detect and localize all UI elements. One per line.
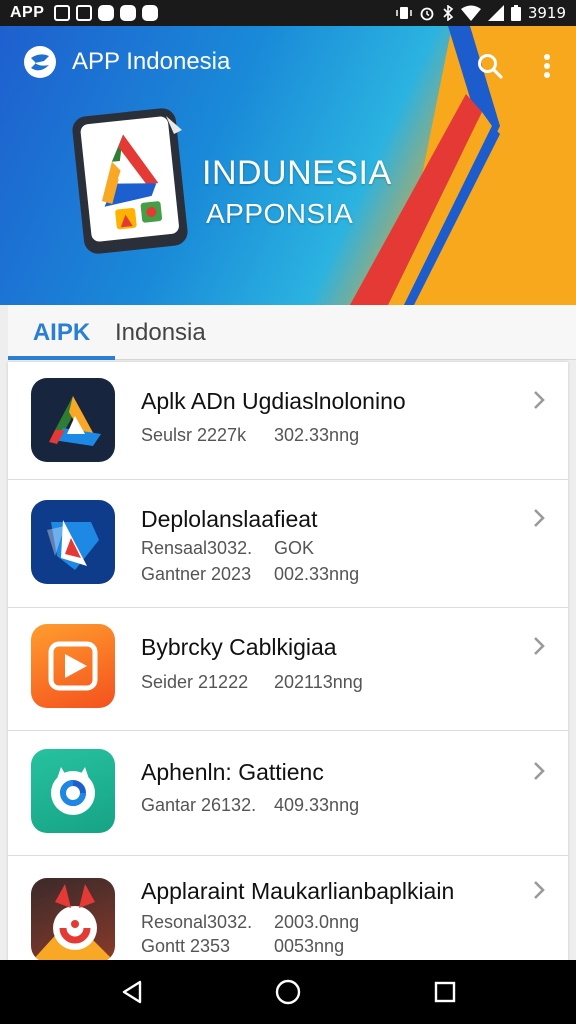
- fox-icon: [31, 878, 115, 962]
- list-item[interactable]: Applaraint Maukarlianbaplkiain Resonal30…: [8, 856, 568, 962]
- list-item[interactable]: Bybrcky Cablkigiaa Seider 21222 202113nn…: [8, 608, 568, 731]
- notification-icon: [120, 5, 137, 21]
- app-meta-size: 0053nng: [274, 936, 345, 956]
- app-list: Aplk ADn Ugdiaslnolonino Seulsr 2227k 30…: [8, 362, 568, 962]
- list-item[interactable]: Aphenln: Gattienc Gantar 26132. 409.33nn…: [8, 731, 568, 856]
- recents-icon: [434, 981, 456, 1003]
- star-triangle-icon: [31, 500, 115, 584]
- chevron-right-icon: [534, 637, 545, 655]
- tab-label: AIPK: [32, 318, 91, 346]
- drive-triangle-icon: [31, 378, 115, 462]
- phone-screen: APP 3919 APP Indonesia INDUNESIA APPONSI…: [0, 0, 576, 1024]
- app-logo-icon: [24, 46, 56, 78]
- status-time: 3919: [527, 4, 566, 22]
- list-item[interactable]: Deplolanslaafieat Rensaal3032. GOK Gantn…: [8, 480, 568, 608]
- notification-icon: [76, 5, 93, 21]
- status-app-label: APP: [10, 4, 45, 21]
- app-meta-publisher: Gantar 26132.: [141, 795, 257, 815]
- app-name: Bybrcky Cablkigiaa: [141, 634, 337, 660]
- wifi-icon: [460, 5, 481, 21]
- more-vert-icon: [544, 54, 550, 78]
- signal-icon: [487, 5, 504, 21]
- recents-button[interactable]: [423, 970, 467, 1014]
- app-title: APP Indonesia: [72, 48, 231, 75]
- search-button[interactable]: [470, 46, 510, 86]
- list-item[interactable]: Aplk ADn Ugdiaslnolonino Seulsr 2227k 30…: [8, 362, 568, 480]
- notification-icon: [98, 5, 115, 21]
- notification-icon: [54, 5, 71, 21]
- header-banner: APP Indonesia INDUNESIA APPONSIA: [0, 26, 576, 305]
- vibrate-icon: [396, 7, 412, 19]
- app-meta-downloads: 2003.0nng: [274, 912, 360, 932]
- navigation-bar: [0, 960, 576, 1024]
- tab-aipk[interactable]: AIPK: [8, 305, 115, 360]
- phone-illustration: [72, 108, 188, 254]
- chevron-right-icon: [534, 391, 545, 409]
- app-name: Deplolanslaafieat: [141, 506, 318, 532]
- tab-indonsia[interactable]: Indonsia: [115, 305, 206, 360]
- battery-icon: [510, 5, 521, 21]
- overflow-menu-button[interactable]: [532, 46, 562, 86]
- app-meta-size: 302.33nng: [274, 425, 360, 445]
- app-meta-size: 202113nng: [274, 672, 363, 692]
- app-name: Aphenln: Gattienc: [141, 759, 324, 785]
- app-name: Applaraint Maukarlianbaplkiain: [141, 878, 455, 904]
- chevron-right-icon: [534, 762, 545, 780]
- hero-subtitle: APPONSIA: [206, 198, 354, 229]
- app-meta-publisher: Resonal3032.: [141, 912, 253, 932]
- back-button[interactable]: [110, 970, 154, 1014]
- swirl-icon: [31, 749, 115, 833]
- app-meta-size: 002.33nng: [274, 564, 360, 584]
- home-button[interactable]: [266, 970, 310, 1014]
- tab-bar: AIPK Indonsia: [8, 305, 576, 360]
- hero-title: INDUNESIA: [202, 154, 392, 192]
- app-meta-publisher: Seider 21222: [141, 672, 249, 692]
- app-meta-size: 409.33nng: [274, 795, 360, 815]
- app-meta-publisher: Rensaal3032.: [141, 538, 253, 558]
- app-meta-downloads: GOK: [274, 538, 315, 558]
- notification-icon: [142, 5, 159, 21]
- chevron-right-icon: [534, 881, 545, 899]
- app-meta-publisher: Seulsr 2227k: [141, 425, 247, 445]
- search-icon: [478, 54, 503, 79]
- bluetooth-icon: [443, 5, 454, 21]
- app-name: Aplk ADn Ugdiaslnolonino: [141, 388, 406, 414]
- chevron-right-icon: [534, 509, 545, 527]
- alarm-icon: [420, 7, 434, 21]
- app-meta-developer: Gantner 2023: [141, 564, 252, 584]
- status-bar: APP 3919: [0, 0, 576, 26]
- back-icon: [122, 980, 142, 1004]
- app-meta-developer: Gontt 2353: [141, 936, 231, 956]
- play-icon: [31, 624, 115, 708]
- tab-label: Indonsia: [115, 318, 206, 346]
- home-icon: [275, 979, 301, 1005]
